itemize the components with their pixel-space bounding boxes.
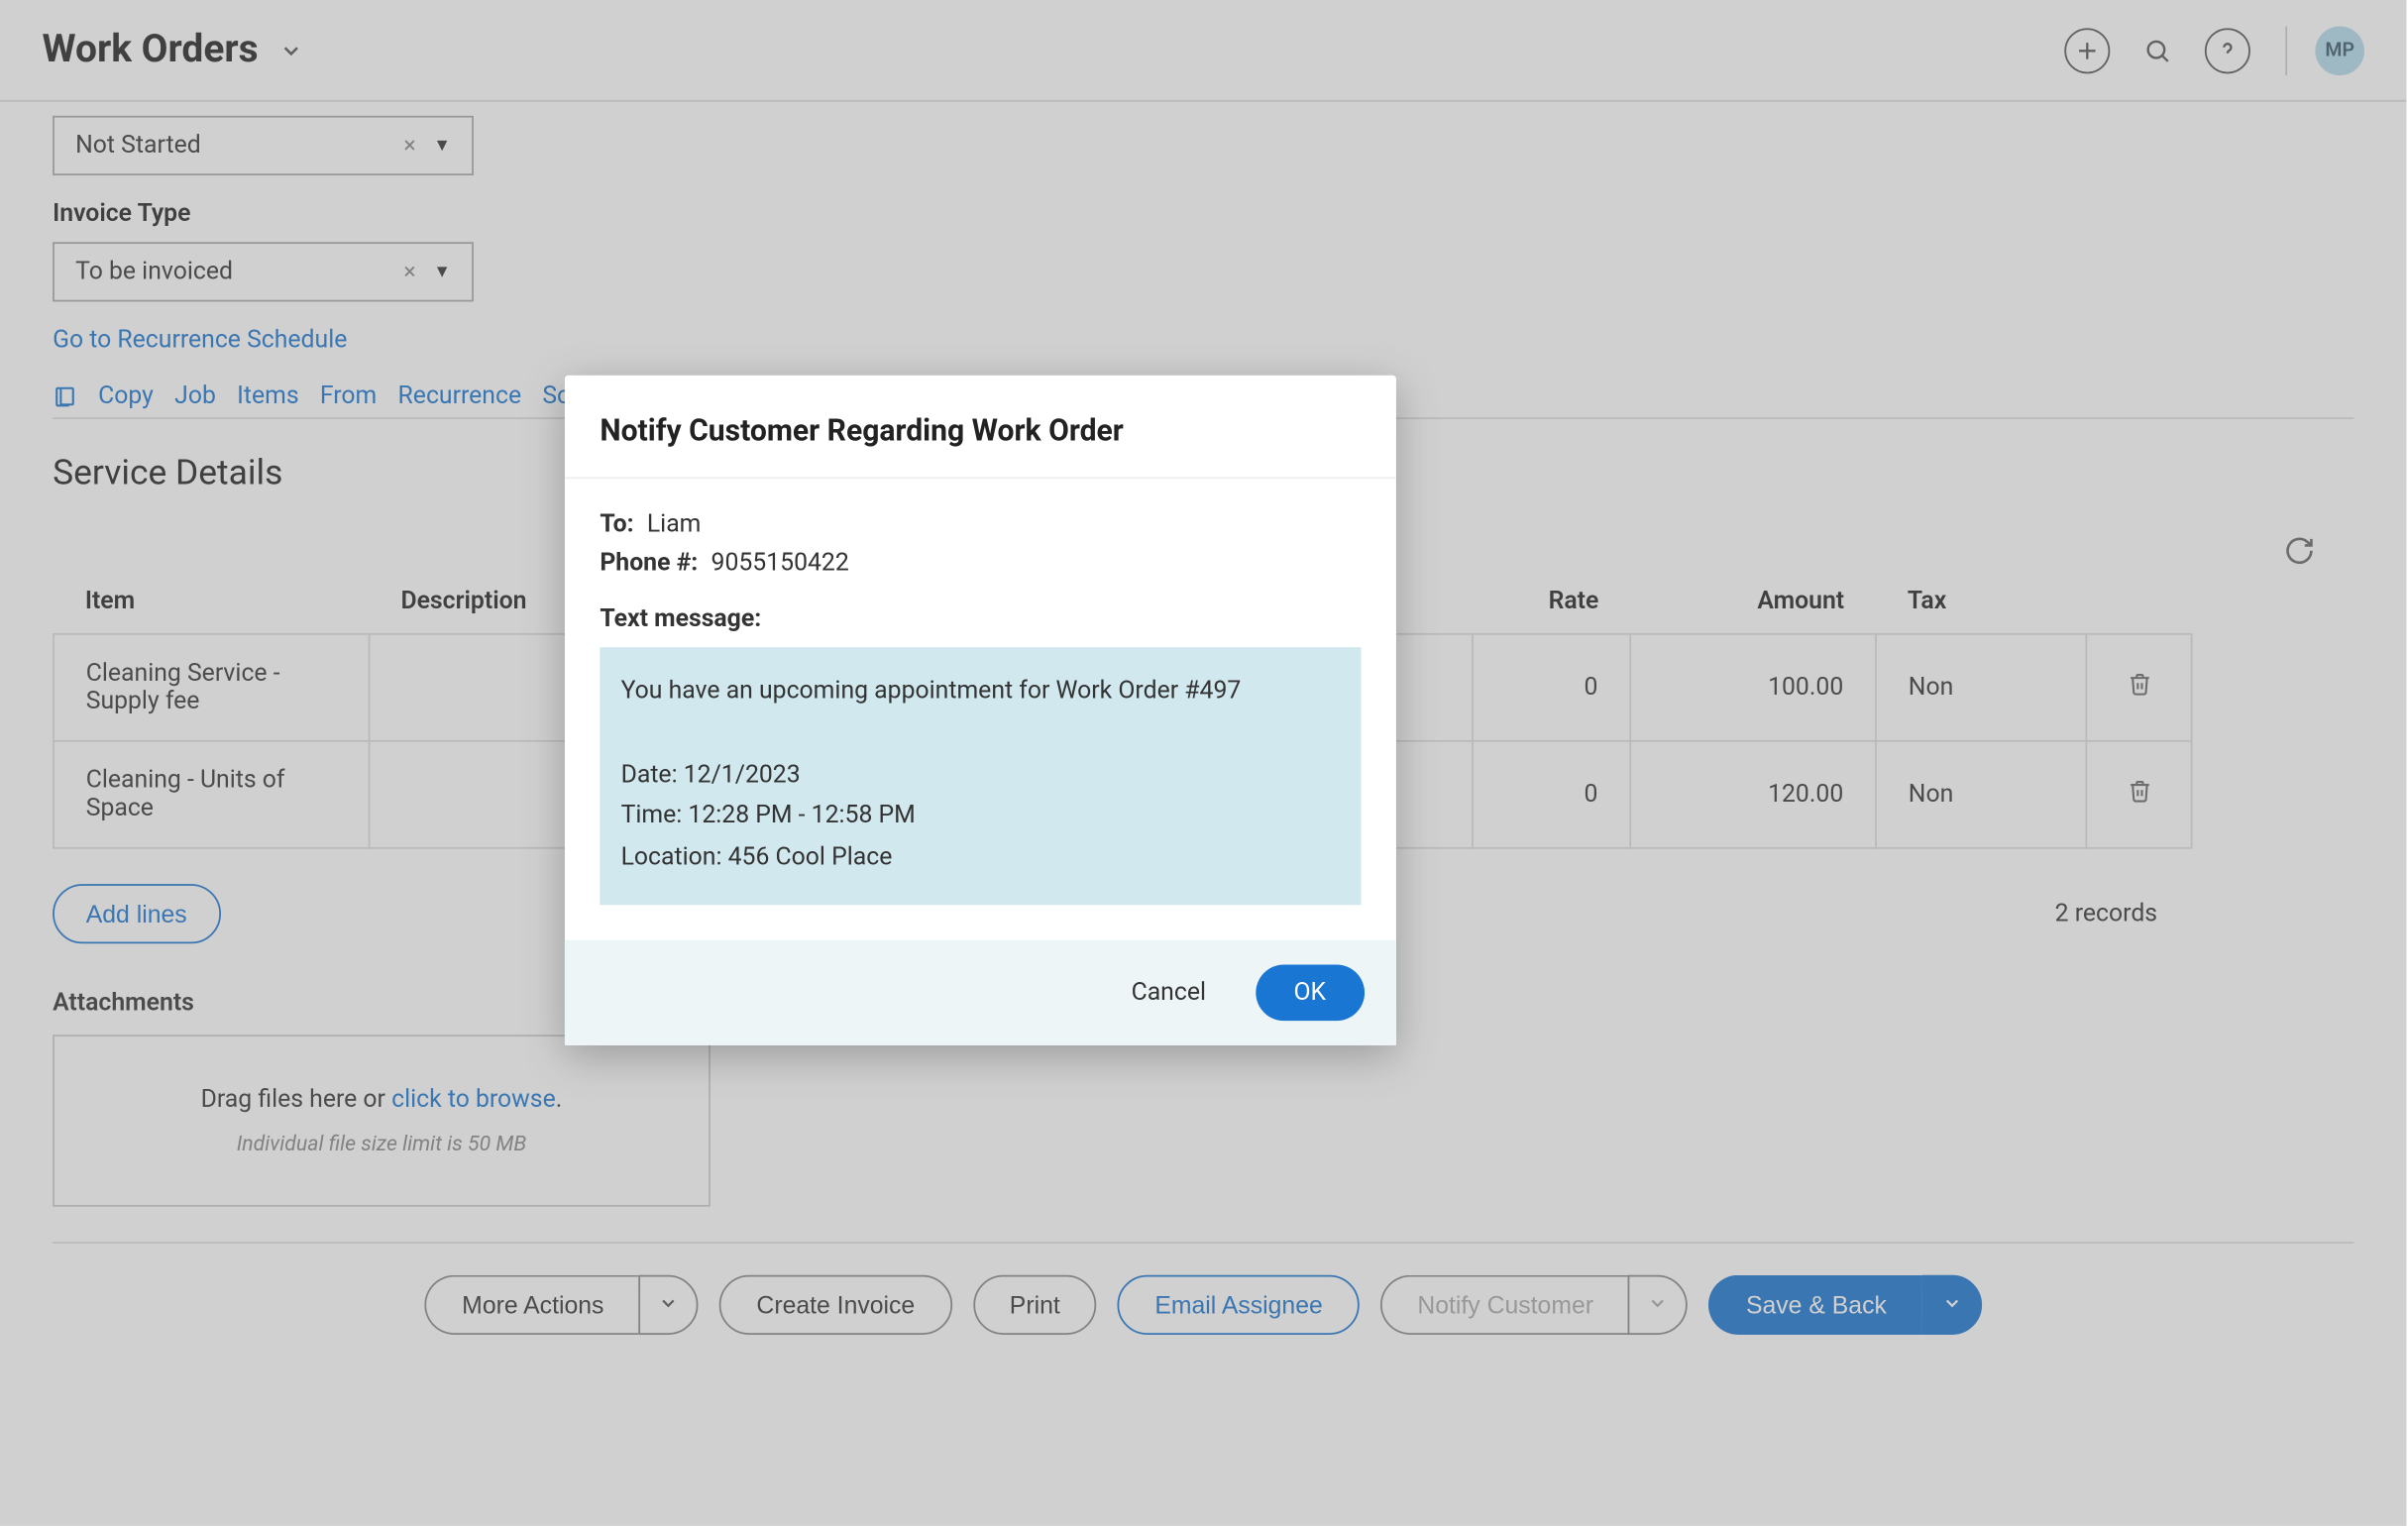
message-box[interactable]: You have an upcoming appointment for Wor…: [600, 647, 1361, 905]
modal-body: To: Liam Phone #: 9055150422 Text messag…: [565, 479, 1396, 939]
phone-value: 9055150422: [711, 549, 849, 577]
notify-customer-modal: Notify Customer Regarding Work Order To:…: [565, 376, 1396, 1045]
to-label: To:: [600, 510, 633, 538]
modal-title: Notify Customer Regarding Work Order: [600, 414, 1361, 449]
modal-phone-row: Phone #: 9055150422: [600, 549, 1361, 577]
ok-button[interactable]: OK: [1256, 964, 1365, 1021]
modal-footer: Cancel OK: [565, 940, 1396, 1045]
modal-to-row: To: Liam: [600, 510, 1361, 538]
phone-label: Phone #:: [600, 549, 698, 577]
modal-header: Notify Customer Regarding Work Order: [565, 376, 1396, 479]
message-label: Text message:: [600, 605, 1361, 633]
cancel-button[interactable]: Cancel: [1107, 964, 1231, 1021]
to-value: Liam: [647, 510, 702, 538]
